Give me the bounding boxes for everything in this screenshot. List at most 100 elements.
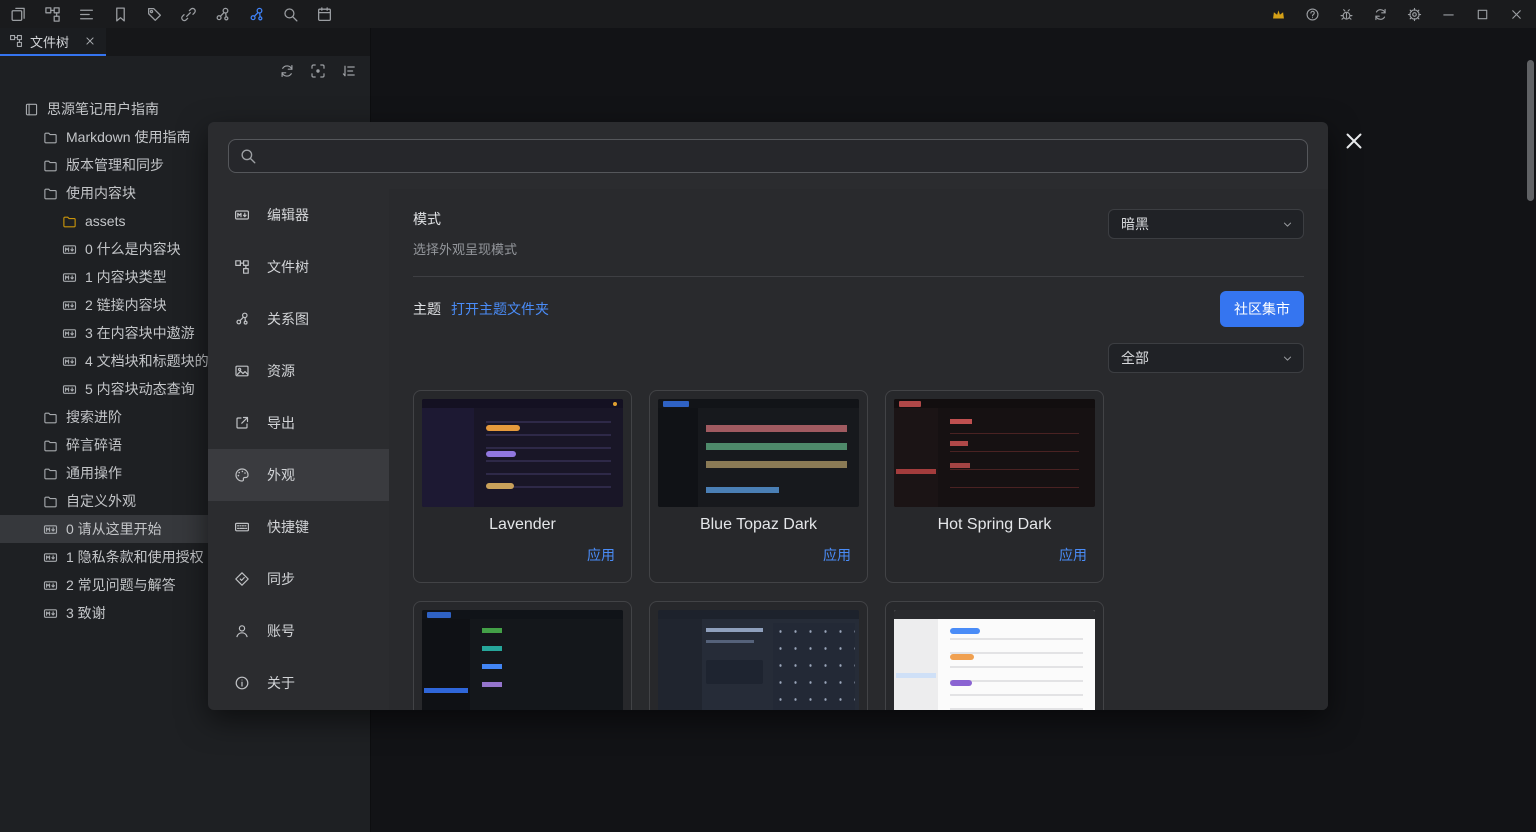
filetree-item-label: 2 常见问题与解答 — [66, 577, 176, 593]
maximize-button[interactable] — [1472, 4, 1492, 24]
settings-content: 模式 选择外观呈现模式 暗黑 主题 打开主题文件夹 社区集市 全部 Lavend… — [389, 189, 1328, 710]
folder-icon — [43, 494, 58, 509]
settings-menu-label: 文件树 — [267, 259, 309, 275]
folder-icon — [62, 214, 77, 229]
theme-name: Blue Topaz Dark — [699, 516, 818, 533]
doc-icon — [62, 242, 77, 257]
graph-local-icon — [248, 6, 265, 23]
settings-menu-label: 导出 — [267, 415, 295, 431]
app-window: 文件树 思源笔记用户指南Markdown 使用指南4版本管理和同步使用内容块as… — [0, 0, 1536, 832]
filetree-item-label: assets — [85, 213, 126, 229]
minimize-button[interactable] — [1438, 4, 1458, 24]
doc-icon — [62, 354, 77, 369]
file-tree-toolbar — [0, 56, 370, 82]
tag-button[interactable] — [144, 4, 164, 24]
bookmark-button[interactable] — [110, 4, 130, 24]
settings-menu-item-文件树[interactable]: 文件树 — [208, 241, 389, 293]
doc-icon — [62, 298, 77, 313]
open-theme-folder-link[interactable]: 打开主题文件夹 — [451, 299, 549, 319]
settings-menu-item-快捷键[interactable]: 快捷键 — [208, 501, 389, 553]
doc-icon — [62, 382, 77, 397]
graph-button[interactable] — [212, 4, 232, 24]
backlink-icon — [180, 6, 197, 23]
theme-filter-select[interactable]: 全部 — [1108, 343, 1304, 373]
minimize-icon — [1441, 7, 1456, 22]
doc-icon — [62, 270, 77, 285]
dialog-scrollbar-thumb[interactable] — [1527, 60, 1534, 201]
bookmark-icon — [112, 6, 129, 23]
panels-button[interactable] — [8, 4, 28, 24]
search-icon — [282, 6, 299, 23]
palette-icon — [234, 467, 250, 483]
theme-apply-button[interactable]: 应用 — [1059, 545, 1087, 565]
tab-file-tree[interactable]: 文件树 — [0, 28, 106, 56]
doc-icon — [43, 522, 58, 537]
search-button[interactable] — [280, 4, 300, 24]
close-button[interactable] — [1506, 4, 1526, 24]
settings-menu-item-编辑器[interactable]: 编辑器 — [208, 189, 389, 241]
settings-menu-item-关系图[interactable]: 关系图 — [208, 293, 389, 345]
settings-menu-item-关于[interactable]: 关于 — [208, 657, 389, 709]
filetree-icon — [234, 259, 250, 275]
mode-title: 模式 — [413, 211, 441, 227]
info-icon — [234, 675, 250, 691]
backlink-button[interactable] — [178, 4, 198, 24]
theme-preview — [422, 399, 623, 507]
crown-button[interactable] — [1268, 4, 1288, 24]
keyboard-icon — [234, 519, 250, 535]
tag-icon — [146, 6, 163, 23]
filetree-item-label: 自定义外观 — [66, 493, 136, 509]
close-icon — [1509, 7, 1524, 22]
filetree-item-label: 使用内容块 — [66, 185, 136, 201]
filetree-item[interactable]: 思源笔记用户指南 — [0, 95, 370, 123]
filetree-item-label: Markdown 使用指南 — [66, 129, 191, 145]
settings-search-input[interactable] — [228, 139, 1308, 173]
settings-menu-item-导出[interactable]: 导出 — [208, 397, 389, 449]
graph-icon — [234, 311, 250, 327]
theme-apply-button[interactable]: 应用 — [587, 545, 615, 565]
doc-icon — [43, 578, 58, 593]
sort-icon[interactable] — [341, 63, 357, 79]
folder-icon — [43, 186, 58, 201]
mode-description: 选择外观呈现模式 — [413, 242, 518, 257]
bug-button[interactable] — [1336, 4, 1356, 24]
filetree-item-label: 2 链接内容块 — [85, 297, 167, 313]
doc-icon — [43, 606, 58, 621]
theme-preview — [894, 610, 1095, 710]
filetree-item-label: 1 隐私条款和使用授权 — [66, 549, 204, 565]
tab-label: 文件树 — [30, 34, 70, 50]
graph-local-button[interactable] — [246, 4, 266, 24]
settings-menu-item-外观[interactable]: 外观 — [208, 449, 389, 501]
theme-card-grid: Lavender 应用 Blue Topaz Dark 应用 Hot Spring Da… — [413, 390, 1304, 710]
sync-button[interactable] — [1370, 4, 1390, 24]
markdown-icon — [234, 207, 250, 223]
dialog-close-button[interactable] — [1341, 128, 1367, 154]
theme-filter-value: 全部 — [1121, 350, 1149, 366]
help-button[interactable] — [1302, 4, 1322, 24]
filetree-item-label: 碎言碎语 — [66, 437, 122, 453]
theme-card — [885, 601, 1104, 710]
theme-apply-button[interactable]: 应用 — [823, 545, 851, 565]
filetree-item-label: 5 内容块动态查询 — [85, 381, 195, 397]
settings-button[interactable] — [1404, 4, 1424, 24]
doc-icon — [62, 326, 77, 341]
settings-menu-item-资源[interactable]: 资源 — [208, 345, 389, 397]
settings-menu-label: 快捷键 — [267, 519, 309, 535]
outline-button[interactable] — [76, 4, 96, 24]
community-market-button[interactable]: 社区集市 — [1220, 291, 1304, 327]
filetree-button[interactable] — [42, 4, 62, 24]
theme-card: Hot Spring Dark 应用 — [885, 390, 1104, 583]
settings-menu-label: 编辑器 — [267, 207, 309, 223]
mode-select[interactable]: 暗黑 — [1108, 209, 1304, 239]
theme-name: Lavender — [489, 516, 556, 533]
tab-close-icon[interactable] — [83, 34, 97, 48]
refresh-icon[interactable] — [279, 63, 295, 79]
crown-icon — [1271, 7, 1286, 22]
daily-note-button[interactable] — [314, 4, 334, 24]
settings-menu-item-账号[interactable]: 账号 — [208, 605, 389, 657]
focus-icon[interactable] — [310, 63, 326, 79]
settings-menu-item-同步[interactable]: 同步 — [208, 553, 389, 605]
doc-icon — [43, 550, 58, 565]
theme-filter-row: 全部 — [413, 343, 1304, 373]
settings-body: 编辑器文件树关系图 资源导出外观快捷键同步 账号 关于 模式 选择外观呈现模式 暗黑 … — [208, 189, 1328, 710]
